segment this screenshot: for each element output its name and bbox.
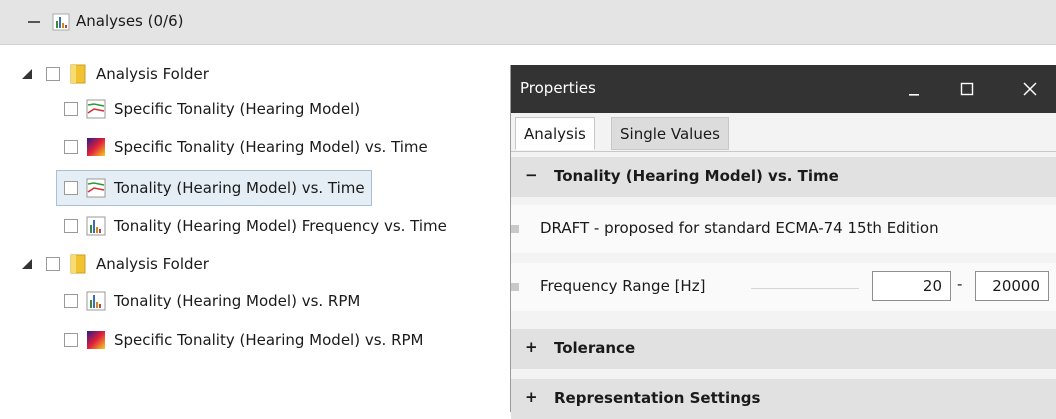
- properties-title: Properties: [520, 79, 596, 97]
- spectrogram-icon: [87, 138, 105, 156]
- tree-item-label: Tonality (Hearing Model) vs. Time: [114, 179, 365, 197]
- folder-icon: [70, 64, 86, 84]
- section-title: Tolerance: [554, 339, 636, 357]
- tree-item-label: Tonality (Hearing Model) vs. RPM: [114, 292, 361, 310]
- section-title: Tonality (Hearing Model) vs. Time: [554, 167, 839, 185]
- range-separator: -: [957, 275, 963, 293]
- minimize-icon[interactable]: [901, 77, 927, 101]
- row-bullet: [511, 225, 519, 233]
- maximize-icon[interactable]: [954, 77, 980, 101]
- analysis-tree: Analysis Folder Specific Tonality (Heari…: [0, 44, 520, 412]
- section-header-tolerance[interactable]: + Tolerance: [511, 329, 1056, 369]
- checkbox[interactable]: [64, 181, 78, 195]
- analyses-header[interactable]: Analyses (0/6): [0, 0, 1056, 45]
- row-bullet: [511, 283, 519, 291]
- tree-item[interactable]: Tonality (Hearing Model) vs. RPM: [64, 287, 360, 315]
- expanded-triangle-icon[interactable]: [22, 259, 32, 269]
- checkbox[interactable]: [46, 257, 60, 271]
- tree-item-label: Specific Tonality (Hearing Model) vs. RP…: [114, 331, 424, 349]
- checkbox[interactable]: [64, 219, 78, 233]
- tree-item-label: Tonality (Hearing Model) Frequency vs. T…: [114, 217, 447, 235]
- bar-chart-icon: [86, 291, 106, 311]
- frequency-range-row: Frequency Range [Hz] -: [511, 263, 1056, 311]
- tree-item-selected[interactable]: Tonality (Hearing Model) vs. Time: [56, 170, 372, 206]
- section-header-representation[interactable]: + Representation Settings: [511, 379, 1056, 419]
- draft-row: DRAFT - proposed for standard ECMA-74 15…: [511, 205, 1056, 253]
- line-graph-icon: [86, 99, 106, 119]
- tree-item[interactable]: Specific Tonality (Hearing Model) vs. RP…: [64, 326, 423, 354]
- checkbox[interactable]: [64, 102, 78, 116]
- close-icon[interactable]: [1017, 77, 1043, 101]
- tree-item-label: Analysis Folder: [96, 65, 209, 83]
- expand-icon[interactable]: +: [525, 388, 538, 406]
- tree-item[interactable]: Specific Tonality (Hearing Model) vs. Ti…: [64, 133, 428, 161]
- tree-folder[interactable]: Analysis Folder: [22, 250, 209, 278]
- bar-chart-icon: [52, 13, 70, 31]
- spectrogram-icon: [87, 331, 105, 349]
- tree-folder[interactable]: Analysis Folder: [22, 60, 209, 88]
- expand-icon[interactable]: +: [525, 338, 538, 356]
- properties-tabs: Analysis Single Values: [511, 113, 1056, 152]
- collapse-icon[interactable]: [28, 21, 40, 23]
- collapse-icon[interactable]: −: [525, 166, 538, 184]
- draft-text: DRAFT - proposed for standard ECMA-74 15…: [540, 219, 939, 237]
- checkbox[interactable]: [46, 67, 60, 81]
- analyses-title: Analyses (0/6): [76, 12, 184, 30]
- checkbox[interactable]: [64, 333, 78, 347]
- tree-item-label: Analysis Folder: [96, 255, 209, 273]
- leader-line: [751, 288, 859, 289]
- tree-item-label: Specific Tonality (Hearing Model) vs. Ti…: [114, 138, 428, 156]
- tab-analysis[interactable]: Analysis: [515, 117, 595, 150]
- bar-chart-icon: [86, 216, 106, 236]
- checkbox[interactable]: [64, 294, 78, 308]
- folder-icon: [70, 254, 86, 274]
- properties-window: Properties Analysis Single Values − Tona…: [510, 65, 1056, 419]
- frequency-to-input[interactable]: [975, 271, 1049, 301]
- properties-title-bar[interactable]: Properties: [511, 65, 1056, 113]
- tree-item-label: Specific Tonality (Hearing Model): [114, 100, 361, 118]
- expanded-triangle-icon[interactable]: [22, 69, 32, 79]
- checkbox[interactable]: [64, 140, 78, 154]
- frequency-range-label: Frequency Range [Hz]: [540, 277, 706, 295]
- line-graph-icon: [86, 178, 106, 198]
- section-title: Representation Settings: [554, 389, 761, 407]
- tab-single-values[interactable]: Single Values: [611, 117, 729, 150]
- frequency-from-input[interactable]: [872, 271, 951, 301]
- section-header-main[interactable]: − Tonality (Hearing Model) vs. Time: [511, 157, 1056, 197]
- tree-item[interactable]: Tonality (Hearing Model) Frequency vs. T…: [64, 212, 447, 240]
- tree-item[interactable]: Specific Tonality (Hearing Model): [64, 95, 360, 123]
